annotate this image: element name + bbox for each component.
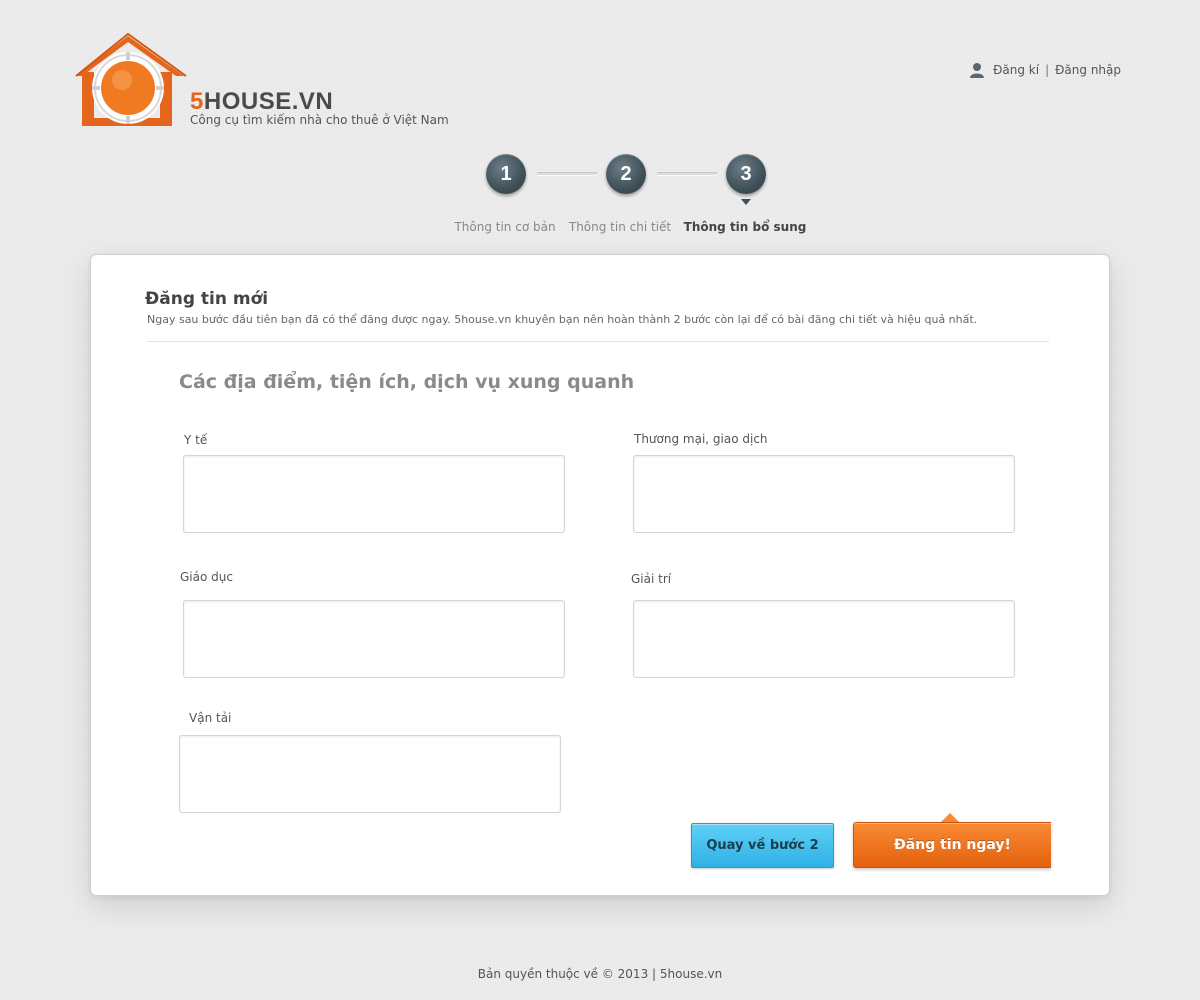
- field-label-transport: Vận tải: [189, 711, 232, 725]
- field-label-commerce: Thương mại, giao dịch: [634, 432, 768, 446]
- health-field[interactable]: [183, 455, 565, 533]
- step-3-label[interactable]: Thông tin bổ sung: [684, 220, 807, 234]
- current-step-pointer-icon: [741, 199, 751, 205]
- post-listing-card: Đăng tin mới Ngay sau bước đầu tiên bạn …: [90, 254, 1110, 896]
- brand-tagline: Công cụ tìm kiếm nhà cho thuê ở Việt Nam: [190, 113, 449, 127]
- login-link[interactable]: Đăng nhập: [1055, 63, 1121, 77]
- field-label-education: Giáo dục: [180, 570, 233, 584]
- step-2-circle[interactable]: 2: [606, 154, 646, 194]
- field-label-health: Y tế: [184, 433, 208, 447]
- field-label-entertainment: Giải trí: [631, 572, 672, 586]
- step-connector-2: [657, 172, 717, 176]
- step-2-label[interactable]: Thông tin chi tiết: [569, 220, 671, 234]
- house-target-icon: [75, 32, 187, 126]
- card-divider: [147, 341, 1049, 342]
- site-logo[interactable]: 5HOUSE.VN Công cụ tìm kiếm nhà cho thuê …: [72, 32, 452, 132]
- register-link[interactable]: Đăng kí: [993, 63, 1039, 77]
- section-title: Các địa điểm, tiện ích, dịch vụ xung qua…: [179, 371, 635, 393]
- user-icon: [970, 63, 985, 78]
- post-now-button[interactable]: Đăng tin ngay!: [853, 822, 1051, 868]
- brand-name: 5HOUSE.VN: [190, 88, 333, 116]
- auth-links: Đăng kí | Đăng nhập: [969, 62, 1121, 78]
- commerce-field[interactable]: [633, 455, 1015, 533]
- card-description: Ngay sau bước đầu tiên bạn đã có thể đăn…: [147, 313, 978, 326]
- back-to-step-2-button[interactable]: Quay về bước 2: [691, 823, 834, 868]
- brand-name-rest: HOUSE.VN: [203, 88, 334, 115]
- step-1-circle[interactable]: 1: [486, 154, 526, 194]
- entertainment-field[interactable]: [633, 600, 1015, 678]
- footer-copyright: Bản quyền thuộc về © 2013 | 5house.vn: [477, 967, 723, 981]
- step-3-circle[interactable]: 3: [726, 154, 766, 194]
- education-field[interactable]: [183, 600, 565, 678]
- step-1-label[interactable]: Thông tin cơ bản: [454, 220, 555, 234]
- step-progress: 1 2 3 Thông tin cơ bản Thông tin chi tiế…: [0, 154, 1200, 244]
- brand-name-prefix: 5: [190, 88, 204, 115]
- card-title: Đăng tin mới: [145, 289, 269, 309]
- auth-separator: |: [1045, 63, 1050, 77]
- step-connector-1: [537, 172, 597, 176]
- transport-field[interactable]: [179, 735, 561, 813]
